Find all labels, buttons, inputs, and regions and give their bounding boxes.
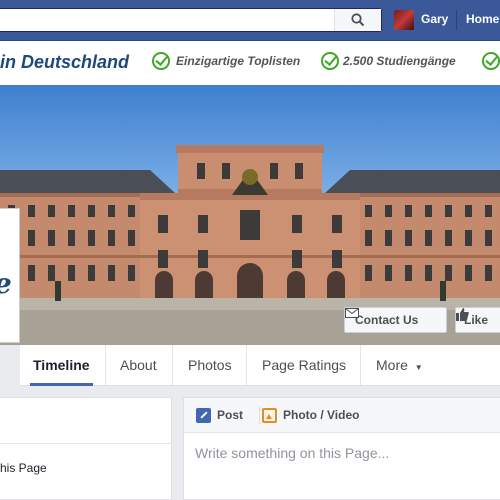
tab-more[interactable]: More ▼ <box>376 345 423 385</box>
tab-timeline[interactable]: Timeline <box>30 345 93 386</box>
tab-about[interactable]: About <box>120 345 157 385</box>
banner-feature-studiengaenge: 2.500 Studiengänge <box>343 54 456 68</box>
palace-illustration <box>0 145 500 345</box>
left-sidebar-card: his Page <box>0 397 172 500</box>
nav-divider <box>456 10 457 30</box>
tab-page-ratings[interactable]: Page Ratings <box>262 345 346 385</box>
composer-tab-divider <box>259 406 260 424</box>
home-link[interactable]: Home <box>466 12 499 26</box>
checkmark-icon <box>321 52 339 70</box>
tab-photos[interactable]: Photos <box>188 345 232 385</box>
composer-tabs: Post Photo / Video <box>184 398 500 433</box>
composer-tab-post[interactable]: Post <box>196 398 243 432</box>
cover-photo[interactable]: e Contact Us Like <box>0 85 500 345</box>
card-divider <box>0 443 171 444</box>
banner-feature-toplisten: Einzigartige Toplisten <box>176 54 301 68</box>
like-button[interactable]: Like <box>455 307 500 333</box>
banner-title: in Deutschland <box>0 52 130 72</box>
contact-us-label: Contact Us <box>355 313 419 327</box>
profile-link-name[interactable]: Gary <box>421 12 448 26</box>
photo-video-tab-label: Photo / Video <box>283 408 360 422</box>
tab-divider <box>360 345 361 385</box>
tab-more-label: More <box>376 357 408 373</box>
logo-letter: e <box>0 267 12 300</box>
checkmark-icon <box>482 52 500 70</box>
search-button[interactable] <box>334 9 381 31</box>
page-tabs: Timeline About Photos Page Ratings More … <box>20 345 500 386</box>
left-card-text[interactable]: his Page <box>0 461 47 475</box>
profile-picture[interactable]: e <box>0 208 20 343</box>
post-tab-label: Post <box>217 408 244 422</box>
promo-banner: in Deutschland Einzigartige Toplisten 2.… <box>0 41 500 85</box>
caret-down-icon: ▼ <box>414 363 423 372</box>
tab-divider <box>172 345 173 385</box>
thumbs-up-icon <box>456 308 469 321</box>
tab-divider <box>105 345 106 385</box>
contact-us-button[interactable]: Contact Us <box>344 307 447 333</box>
avatar[interactable] <box>394 10 414 30</box>
post-composer: Post Photo / Video Write something on th… <box>183 397 500 500</box>
composer-tab-photo-video[interactable]: Photo / Video <box>262 398 359 432</box>
pencil-icon <box>196 407 211 423</box>
envelope-icon <box>345 308 359 318</box>
search-input[interactable] <box>0 8 382 32</box>
tab-divider <box>246 345 247 385</box>
search-icon <box>351 13 365 27</box>
checkmark-icon <box>152 52 170 70</box>
top-navigation-bar: Gary Home <box>0 0 500 41</box>
photo-icon <box>262 407 277 423</box>
composer-input[interactable]: Write something on this Page... <box>195 445 389 461</box>
